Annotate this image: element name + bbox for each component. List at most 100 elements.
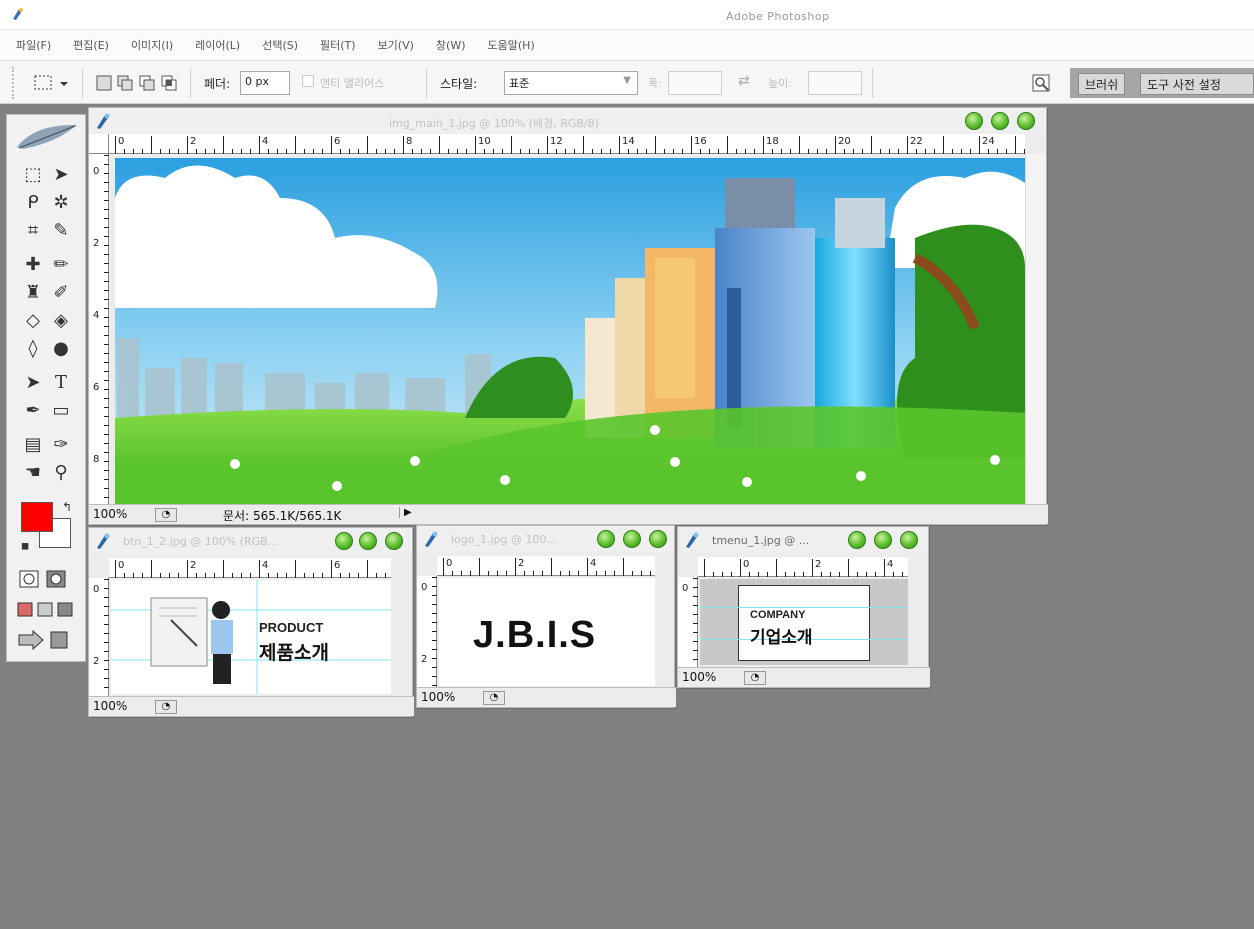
vertical-ruler[interactable]: 0 2: [417, 576, 437, 687]
btn-english-text: PRODUCT: [259, 620, 324, 635]
hand-tool-icon[interactable]: ☚: [21, 461, 45, 485]
eyedropper-tool-icon[interactable]: ✑: [49, 433, 73, 457]
minimize-button[interactable]: [597, 530, 615, 548]
menu-window[interactable]: 창(W): [436, 37, 466, 53]
healing-brush-tool-icon[interactable]: ✚: [21, 253, 45, 277]
document-window-tmenu[interactable]: tmenu_1.jpg @ ... 0 2 4 0 COMPANY 기업소개 1…: [677, 526, 930, 688]
vertical-ruler[interactable]: 0: [678, 577, 698, 667]
menu-file[interactable]: 파일(F): [16, 37, 51, 53]
status-menu-icon[interactable]: ◔: [155, 508, 177, 522]
rectangle-tool-icon[interactable]: ▭: [49, 399, 73, 423]
status-menu-icon[interactable]: ◔: [483, 691, 505, 705]
menu-help[interactable]: 도움말(H): [488, 37, 535, 53]
eraser-tool-icon[interactable]: ◇: [21, 309, 45, 333]
swap-icon[interactable]: ⇄: [738, 73, 750, 89]
slice-tool-icon[interactable]: ✎: [49, 219, 73, 243]
width-input[interactable]: [668, 71, 722, 95]
lasso-tool-icon[interactable]: ᑭ: [21, 191, 45, 215]
path-selection-tool-icon[interactable]: ➤: [21, 371, 45, 395]
status-menu-icon[interactable]: ◔: [155, 700, 177, 714]
feather-logo-icon[interactable]: [13, 121, 81, 153]
feather-input[interactable]: 0 px: [240, 71, 290, 95]
menu-edit[interactable]: 편집(E): [73, 37, 109, 53]
ruler-origin[interactable]: [89, 134, 109, 154]
antialias-checkbox[interactable]: [302, 75, 314, 87]
maximize-button[interactable]: [991, 112, 1009, 130]
menu-select[interactable]: 선택(S): [262, 37, 298, 53]
document-title-bar[interactable]: btn_1_2.jpg @ 100% (RGB...: [89, 528, 412, 554]
menu-image[interactable]: 이미지(I): [131, 37, 173, 53]
marquee-tool-preset-icon[interactable]: [34, 74, 72, 92]
clone-stamp-tool-icon[interactable]: ♜: [21, 281, 45, 305]
document-window-logo[interactable]: logo_1.jpg @ 100... 0 2 4 0 2 J.B.I.S 10…: [416, 525, 676, 708]
canvas-tmenu-image[interactable]: COMPANY 기업소개: [700, 579, 908, 665]
zoom-level[interactable]: 100%: [93, 699, 127, 713]
document-window-btn[interactable]: btn_1_2.jpg @ 100% (RGB... 0 2 4 6 0 2 P…: [88, 527, 414, 717]
notes-tool-icon[interactable]: ▤: [21, 433, 45, 457]
move-tool-icon[interactable]: ➤: [49, 163, 73, 187]
brush-tool-icon[interactable]: ✏: [49, 253, 73, 277]
screen-mode-icons[interactable]: [17, 601, 75, 619]
canvas-main-image[interactable]: [115, 158, 1025, 504]
ruler-label: 0: [118, 560, 125, 571]
canvas-logo-image[interactable]: J.B.I.S: [439, 578, 655, 686]
type-tool-icon[interactable]: T: [49, 371, 73, 395]
document-window-main[interactable]: img_main_1.jpg @ 100% (배경, RGB/8) 0 2 4 …: [88, 107, 1048, 525]
maximize-button[interactable]: [874, 531, 892, 549]
ruler-label: 6: [334, 560, 341, 571]
close-button[interactable]: [385, 532, 403, 550]
horizontal-ruler[interactable]: 0 2 4: [437, 556, 655, 576]
quick-mask-mode-icons[interactable]: [19, 569, 69, 589]
close-button[interactable]: [1017, 112, 1035, 130]
dodge-tool-icon[interactable]: ●: [49, 337, 73, 361]
close-button[interactable]: [649, 530, 667, 548]
vertical-ruler[interactable]: 0 2: [89, 578, 109, 696]
maximize-button[interactable]: [359, 532, 377, 550]
palette-tab-brushes[interactable]: 브러쉬: [1078, 73, 1126, 95]
close-button[interactable]: [900, 531, 918, 549]
style-select[interactable]: 표준 ▼: [504, 71, 638, 95]
minimize-button[interactable]: [335, 532, 353, 550]
chevron-down-icon: ▼: [623, 75, 631, 86]
palette-tab-tool-presets[interactable]: 도구 사전 설정: [1140, 73, 1254, 95]
document-title-bar[interactable]: logo_1.jpg @ 100...: [417, 526, 674, 552]
marquee-tool-icon[interactable]: ⬚: [21, 163, 45, 187]
maximize-button[interactable]: [623, 530, 641, 548]
horizontal-ruler[interactable]: 0 2 4 6: [109, 558, 391, 578]
canvas-btn-image[interactable]: PRODUCT 제품소개: [111, 580, 391, 694]
selection-mode-icons[interactable]: [96, 74, 180, 92]
file-browser-icon[interactable]: [1030, 71, 1054, 95]
ruler-label: 18: [766, 136, 779, 147]
history-brush-tool-icon[interactable]: ✐: [49, 281, 73, 305]
zoom-level[interactable]: 100%: [682, 670, 716, 684]
swap-colors-icon[interactable]: ↰: [55, 495, 79, 519]
horizontal-ruler[interactable]: 0 2 4: [698, 557, 908, 577]
menu-filter[interactable]: 필터(T): [320, 37, 356, 53]
menu-layer[interactable]: 레이어(L): [195, 37, 240, 53]
status-menu-icon[interactable]: ◔: [744, 671, 766, 685]
zoom-level[interactable]: 100%: [421, 690, 455, 704]
magic-wand-tool-icon[interactable]: ✲: [49, 191, 73, 215]
horizontal-ruler[interactable]: 0 2 4 6 8 10 12 14 16 18 20 22 24: [109, 134, 1025, 154]
document-title: logo_1.jpg @ 100...: [451, 533, 557, 546]
document-title-bar[interactable]: img_main_1.jpg @ 100% (배경, RGB/8): [89, 108, 1046, 134]
crop-tool-icon[interactable]: ⌗: [21, 219, 45, 243]
menu-view[interactable]: 보기(V): [378, 37, 414, 53]
minimize-button[interactable]: [848, 531, 866, 549]
jump-to-imageready-icon[interactable]: [17, 629, 75, 651]
zoom-level[interactable]: 100%: [93, 507, 127, 521]
vertical-ruler[interactable]: 0 2 4 6 8: [89, 154, 109, 506]
default-colors-icon[interactable]: ◼: [13, 535, 37, 559]
vertical-scrollbar[interactable]: [1025, 154, 1045, 506]
status-arrow-icon[interactable]: ▶: [399, 507, 412, 518]
height-input[interactable]: [808, 71, 862, 95]
blur-tool-icon[interactable]: ◊: [21, 337, 45, 361]
paint-bucket-tool-icon[interactable]: ◈: [49, 309, 73, 333]
ruler-label: 14: [622, 136, 635, 147]
minimize-button[interactable]: [965, 112, 983, 130]
pen-tool-icon[interactable]: ✒: [21, 399, 45, 423]
zoom-tool-icon[interactable]: ⚲: [49, 461, 73, 485]
document-title-bar[interactable]: tmenu_1.jpg @ ...: [678, 527, 928, 553]
menu-bar: 파일(F) 편집(E) 이미지(I) 레이어(L) 선택(S) 필터(T) 보기…: [0, 30, 1254, 60]
foreground-color-swatch[interactable]: [21, 502, 53, 532]
